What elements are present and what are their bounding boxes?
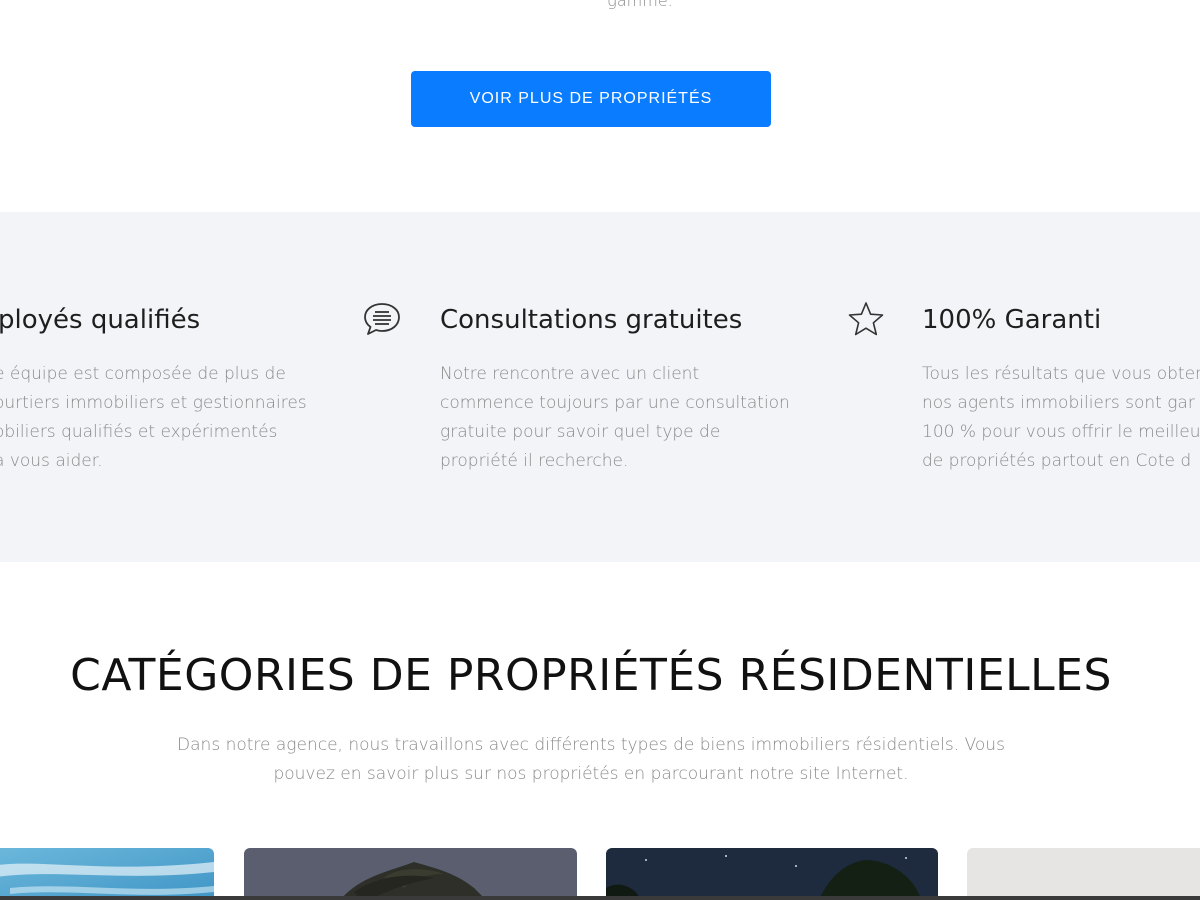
intro-text-tail: gamme.	[607, 0, 673, 10]
category-card-light[interactable]	[967, 848, 1200, 900]
feature-description: Notre rencontre avec un client commence …	[440, 364, 790, 471]
category-card-night[interactable]	[606, 848, 938, 900]
category-card-sky[interactable]	[0, 848, 214, 900]
chat-bubble-icon	[362, 300, 402, 340]
features-section: ployés qualifiés e équipe est composée d…	[0, 212, 1200, 562]
feature-description: Tous les résultats que vous obter nos ag…	[922, 364, 1200, 471]
category-card-palm[interactable]	[244, 848, 577, 900]
bottom-border	[0, 896, 1200, 900]
page: gamme. VOIR PLUS DE PROPRIÉTÉS ployés qu…	[0, 0, 1200, 900]
categories-heading: CATÉGORIES DE PROPRIÉTÉS RÉSIDENTIELLES	[70, 650, 1112, 701]
feature-title: Consultations gratuites	[440, 305, 743, 335]
feature-title: 100% Garanti	[922, 305, 1102, 335]
feature-title: ployés qualifiés	[0, 305, 201, 335]
star-icon	[846, 300, 886, 340]
see-more-properties-button[interactable]: VOIR PLUS DE PROPRIÉTÉS	[411, 71, 771, 127]
categories-subtitle: Dans notre agence, nous travaillons avec…	[177, 735, 1005, 784]
feature-description: e équipe est composée de plus de ourtier…	[0, 364, 307, 471]
